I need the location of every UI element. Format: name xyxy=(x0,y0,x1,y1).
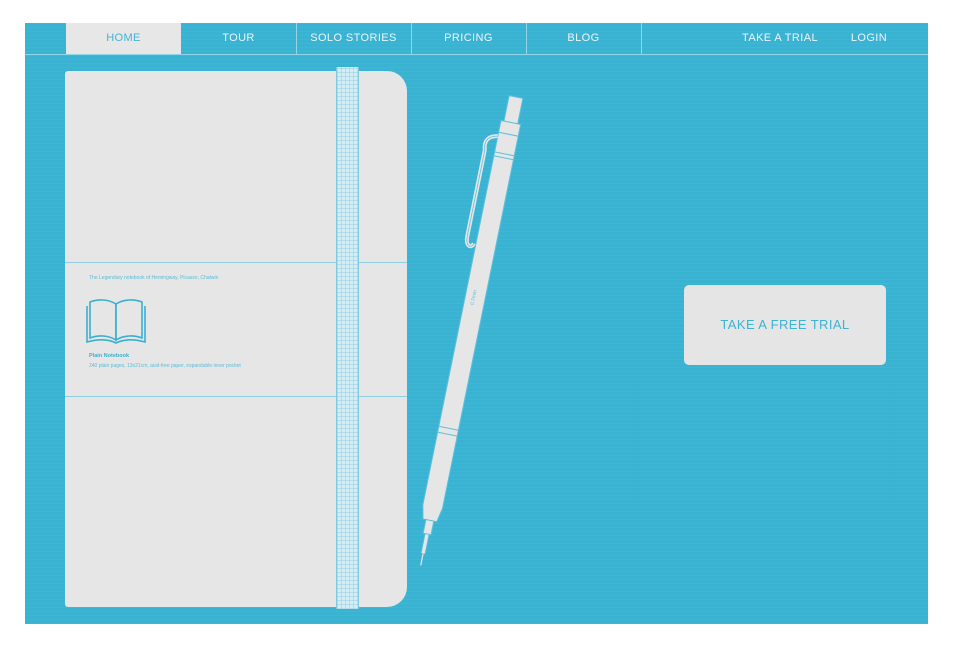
hero-stage: HOME TOUR SOLO STORIES PRICING BLOG TAKE… xyxy=(25,23,928,624)
take-free-trial-button[interactable]: TAKE A FREE TRIAL xyxy=(684,285,886,365)
